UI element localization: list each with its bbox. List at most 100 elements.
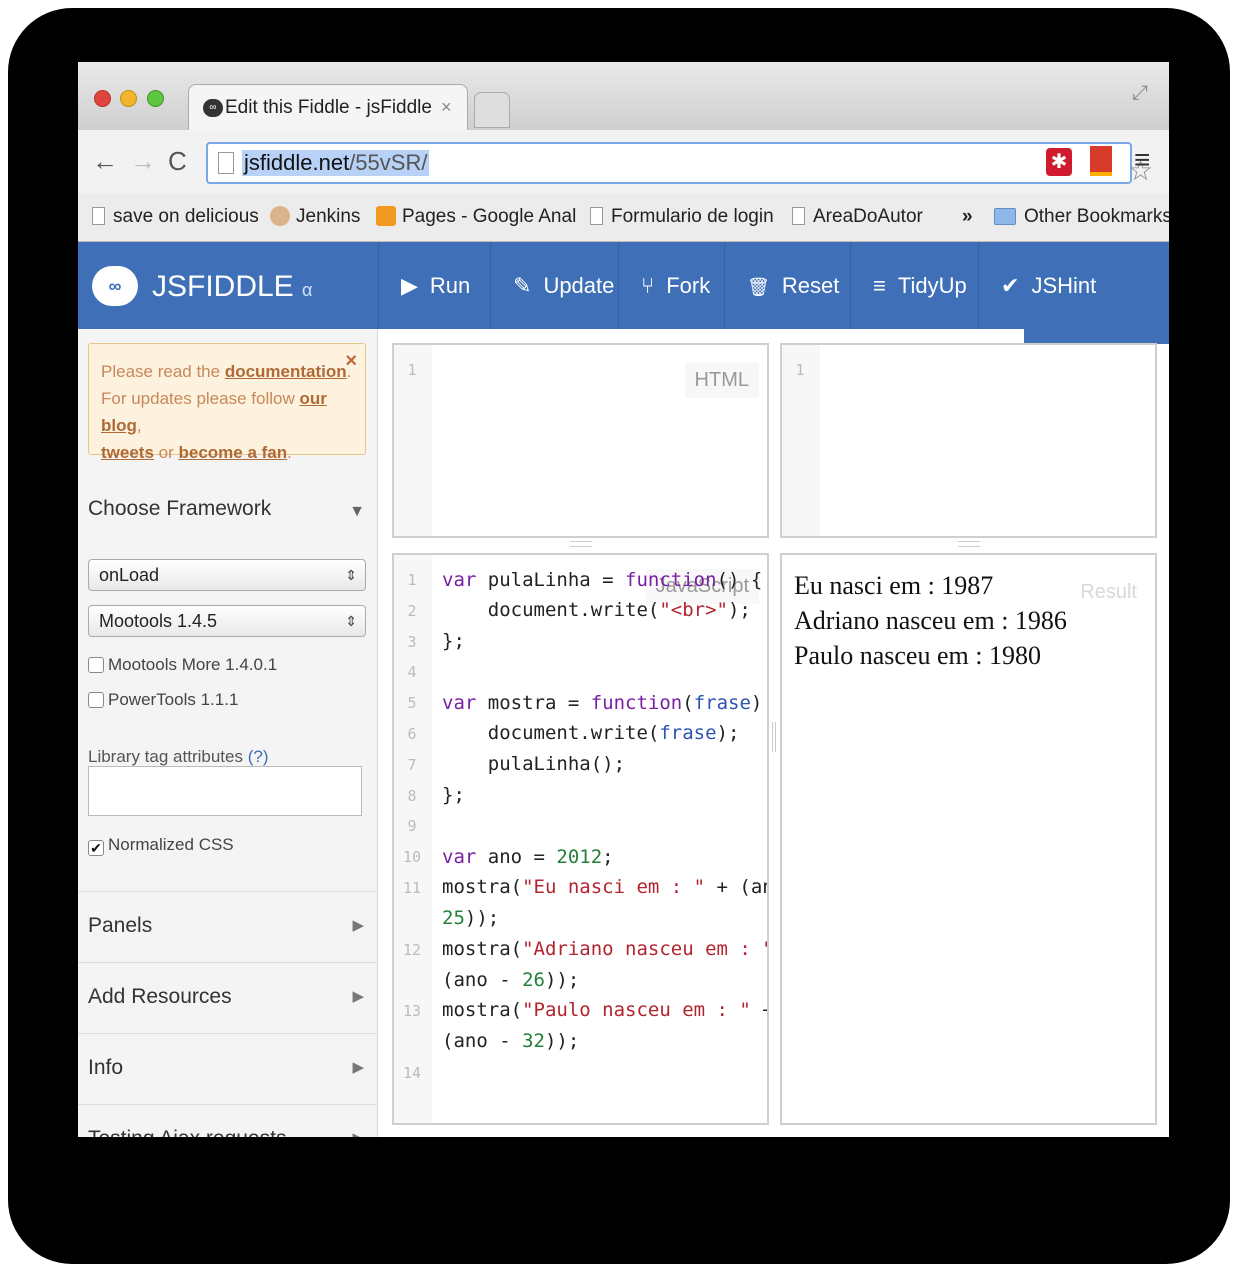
choose-framework-heading[interactable]: Choose Framework xyxy=(88,497,271,521)
jsfiddle-cloud-logo-icon[interactable]: ∞ xyxy=(92,266,138,306)
css-editor-panel[interactable]: 1 xyxy=(780,343,1157,538)
close-icon[interactable]: × xyxy=(345,348,357,375)
library-tag-input[interactable] xyxy=(88,766,362,816)
fork-button[interactable]: ⑂ Fork xyxy=(618,242,724,329)
bookmarks-overflow-icon[interactable]: » xyxy=(962,206,973,228)
other-bookmarks-folder[interactable]: Other Bookmarks xyxy=(994,206,1169,228)
line-number: 14 xyxy=(402,1063,422,1082)
info-section[interactable]: Info ▶ xyxy=(78,1033,378,1104)
line-gutter: 1 xyxy=(394,345,432,536)
browser-toolbar: ← → C jsfiddle.net/55vSR/ ☆ ✱ ≡ xyxy=(78,130,1169,194)
line-number: 3 xyxy=(407,632,417,651)
fullscreen-icon[interactable]: ⤢ xyxy=(1132,82,1148,105)
sidebar: × Please read the documentation. For upd… xyxy=(78,329,378,1137)
pencil-icon: ✎ xyxy=(513,273,532,298)
chrome-menu-icon[interactable]: ≡ xyxy=(1134,144,1150,176)
reset-button[interactable]: 🗑 Reset xyxy=(724,242,850,329)
align-lines-icon: ≡ xyxy=(873,273,886,298)
analytics-icon xyxy=(376,206,396,226)
code-line: mostra("Eu nasci em : " + (ano - xyxy=(442,876,767,898)
reload-icon[interactable]: C xyxy=(168,146,187,177)
add-resources-section[interactable]: Add Resources ▶ xyxy=(78,962,378,1033)
tidyup-button[interactable]: ≡ TidyUp xyxy=(850,242,978,329)
documentation-notice: × Please read the documentation. For upd… xyxy=(88,343,366,462)
bookmark-jenkins[interactable]: Jenkins xyxy=(270,206,360,228)
jsfiddle-brand[interactable]: JSFIDDLE α xyxy=(152,270,312,304)
tab-strip: ∞ Edit this Fiddle - jsFiddle × ⤢ xyxy=(78,62,1169,130)
bookmarks-bar: save on delicious Jenkins Pages - Google… xyxy=(78,194,1169,242)
line-number: 1 xyxy=(407,571,417,589)
become-fan-link[interactable]: become a fan xyxy=(178,443,287,462)
new-tab-button[interactable] xyxy=(474,92,510,128)
mootools-more-checkbox[interactable]: Mootools More 1.4.0.1 xyxy=(88,655,277,675)
line-number: 5 xyxy=(407,694,417,713)
close-window-button[interactable] xyxy=(94,90,111,107)
line-number: 4 xyxy=(407,663,417,682)
line-number: 9 xyxy=(407,817,417,836)
chevron-down-icon[interactable]: ▼ xyxy=(349,503,365,521)
framework-select[interactable]: Mootools 1.4.5 ⇕ xyxy=(88,605,366,637)
select-caret-icon: ⇕ xyxy=(345,613,357,629)
tweets-link[interactable]: tweets xyxy=(101,443,154,462)
checkbox[interactable] xyxy=(88,657,104,673)
jshint-button[interactable]: ✔ JSHint xyxy=(978,242,1104,329)
extension-reader-icon[interactable] xyxy=(1090,146,1112,176)
html-editor-panel[interactable]: 1 HTML xyxy=(392,343,769,538)
load-type-select[interactable]: onLoad ⇕ xyxy=(88,559,366,591)
documentation-link[interactable]: documentation xyxy=(225,362,347,381)
checkbox[interactable] xyxy=(88,692,104,708)
minimize-window-button[interactable] xyxy=(120,90,137,107)
help-link[interactable]: (?) xyxy=(248,747,269,766)
bookmark-save-on-delicious[interactable]: save on delicious xyxy=(92,206,259,228)
testing-ajax-label: Testing Ajax requests xyxy=(88,1127,286,1137)
url-text[interactable]: jsfiddle.net/55vSR/ xyxy=(242,150,430,176)
browser-tab[interactable]: ∞ Edit this Fiddle - jsFiddle × xyxy=(188,84,468,130)
line-number: 6 xyxy=(407,725,417,743)
page-icon xyxy=(792,207,805,225)
code-line: document.write(frase); xyxy=(442,722,740,744)
code-line: var pulaLinha = function() { xyxy=(442,569,763,591)
jenkins-icon xyxy=(270,206,290,226)
line-number: 2 xyxy=(407,601,417,620)
javascript-editor-panel[interactable]: 1 2 3 4 5 6 7 8 9 10 11 12 13 14 JavaScript var pulaL… xyxy=(392,553,769,1125)
line-number: 11 xyxy=(402,879,422,897)
panels-section[interactable]: Panels ▶ xyxy=(78,891,378,962)
run-button[interactable]: ▶ Run xyxy=(378,242,490,329)
bookmark-area-do-autor[interactable]: AreaDoAutor xyxy=(792,206,923,228)
bookmark-formulario-login[interactable]: Formulario de login xyxy=(590,206,774,228)
line-number: 1 xyxy=(795,361,805,379)
line-number: 1 xyxy=(407,361,417,379)
tab-close-icon[interactable]: × xyxy=(441,97,452,118)
result-line: Adriano nasceu em : 1986 xyxy=(794,606,1067,635)
chevron-right-icon: ▶ xyxy=(352,1129,364,1137)
code-line: (ano - 26)); xyxy=(442,969,580,991)
line-number: 7 xyxy=(407,755,417,774)
testing-ajax-section[interactable]: Testing Ajax requests ▶ xyxy=(78,1104,378,1137)
update-button[interactable]: ✎ Update xyxy=(490,242,618,329)
code-line: mostra("Adriano nasceu em : " + xyxy=(442,938,769,960)
powertools-checkbox[interactable]: PowerTools 1.1.1 xyxy=(88,690,238,710)
checkbox-checked[interactable]: ✔ xyxy=(88,840,104,856)
extension-asterisk-icon[interactable]: ✱ xyxy=(1046,148,1072,176)
horizontal-resize-handle[interactable] xyxy=(958,541,980,547)
address-bar[interactable]: jsfiddle.net/55vSR/ ☆ xyxy=(206,142,1153,186)
code-line: }; xyxy=(442,784,465,806)
folder-icon xyxy=(994,208,1016,225)
normalized-css-checkbox[interactable]: ✔ Normalized CSS xyxy=(88,835,234,856)
vertical-resize-handle[interactable] xyxy=(772,722,776,752)
play-icon: ▶ xyxy=(401,273,418,298)
page-icon xyxy=(590,207,603,225)
forward-arrow-icon[interactable]: → xyxy=(130,146,156,177)
code-line: pulaLinha(); xyxy=(442,753,626,775)
horizontal-resize-handle[interactable] xyxy=(570,541,592,547)
jsfiddle-favicon-icon: ∞ xyxy=(203,99,223,117)
info-label: Info xyxy=(88,1056,124,1079)
back-arrow-icon[interactable]: ← xyxy=(92,146,118,177)
bookmark-pages-google[interactable]: Pages - Google Anal xyxy=(376,206,576,228)
zoom-window-button[interactable] xyxy=(147,90,164,107)
checkmark-icon: ✔ xyxy=(1001,273,1020,298)
trash-icon: 🗑 xyxy=(747,277,770,297)
select-caret-icon: ⇕ xyxy=(345,567,357,583)
add-resources-label: Add Resources xyxy=(88,985,232,1008)
jsfiddle-header: ∞ JSFIDDLE α ▶ Run ✎ Update ⑂ Fork 🗑 Reset ≡… xyxy=(78,242,1169,329)
